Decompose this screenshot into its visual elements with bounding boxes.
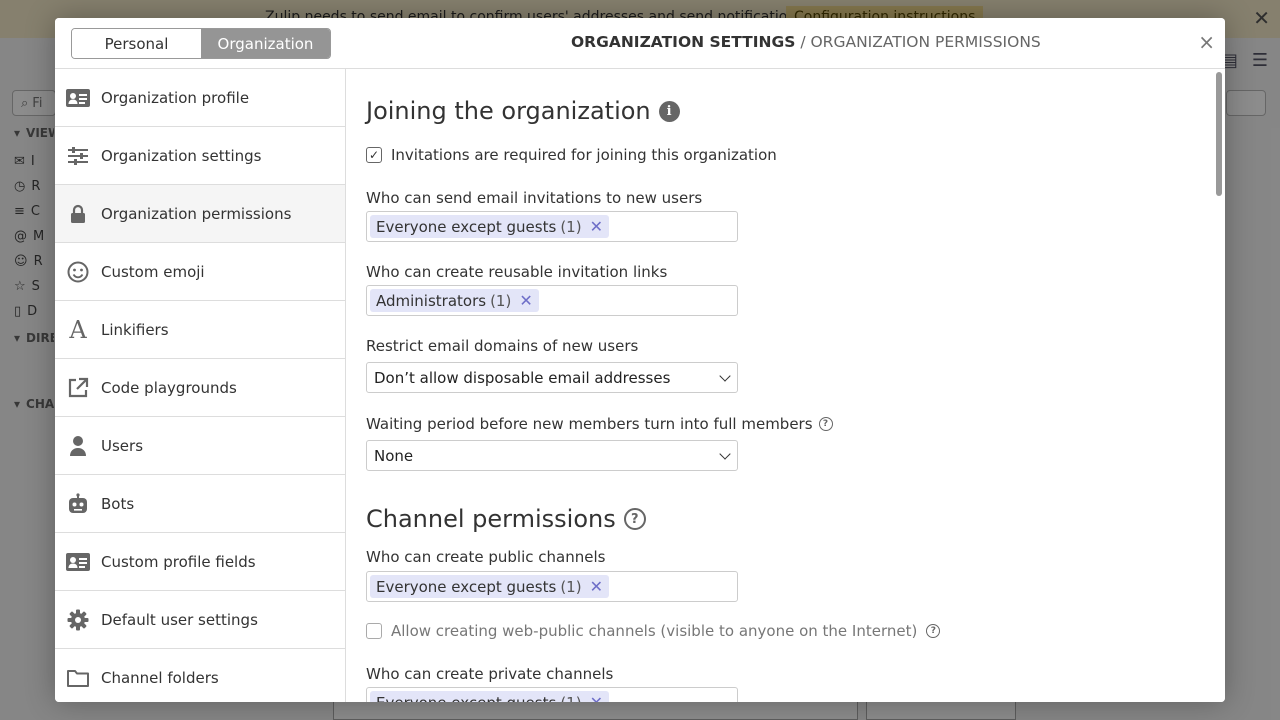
sidebar-item-label: Code playgrounds	[101, 378, 237, 397]
personal-tab[interactable]: Personal	[72, 29, 201, 58]
breadcrumb-sub: ORGANIZATION PERMISSIONS	[810, 33, 1041, 51]
settings-modal: Personal Organization ORGANIZATION SETTI…	[55, 18, 1225, 702]
user-icon	[65, 433, 91, 459]
help-icon[interactable]: ?	[623, 508, 646, 530]
chevron-down-icon	[719, 447, 731, 460]
sidebar-item-label: Channel folders	[101, 668, 219, 687]
lock-icon	[65, 201, 91, 227]
help-icon[interactable]: ?	[818, 417, 833, 431]
content-scrollbar[interactable]	[1216, 72, 1222, 196]
reusable-links-label: Who can create reusable invitation links	[366, 263, 668, 281]
sidebar-item-label: Bots	[101, 494, 135, 513]
remove-pill-icon[interactable]: ✕	[519, 291, 532, 310]
remove-pill-icon[interactable]: ✕	[590, 217, 603, 236]
sidebar-item-label: Organization settings	[101, 146, 262, 165]
reusable-links-group-picker[interactable]: Administrators (1) ✕	[366, 285, 738, 316]
sidebar-item-organization-profile[interactable]: Organization profile	[55, 69, 345, 127]
sidebar-item-users[interactable]: Users	[55, 417, 345, 475]
sidebar-item-organization-permissions[interactable]: Organization permissions	[55, 185, 345, 243]
web-public-checkbox[interactable]	[366, 623, 382, 639]
remove-pill-icon[interactable]: ✕	[590, 693, 603, 702]
breadcrumb-main: ORGANIZATION SETTINGS	[571, 33, 796, 51]
web-public-row: Allow creating web-public channels (visi…	[366, 622, 941, 640]
sidebar-item-label: Linkifiers	[101, 320, 169, 339]
restrict-domains-label: Restrict email domains of new users	[366, 337, 639, 355]
waiting-period-label: Waiting period before new members turn i…	[366, 415, 833, 433]
section-title-channel-permissions: Channel permissions ?	[366, 505, 646, 533]
sidebar-item-linkifiers[interactable]: A Linkifiers	[55, 301, 345, 359]
info-icon[interactable]: i	[658, 100, 680, 122]
waiting-period-select[interactable]: None	[366, 440, 738, 471]
sidebar-item-label: Default user settings	[101, 610, 258, 629]
email-invites-group-picker[interactable]: Everyone except guests (1) ✕	[366, 211, 738, 242]
private-channels-group-picker[interactable]: Everyone except guests (1) ✕	[366, 687, 738, 702]
sidebar-item-label: Custom profile fields	[101, 552, 256, 571]
font-icon: A	[69, 315, 87, 344]
modal-header: Personal Organization ORGANIZATION SETTI…	[55, 18, 1225, 69]
organization-tab[interactable]: Organization	[201, 29, 330, 58]
settings-content: Joining the organization i ✓ Invitations…	[346, 69, 1225, 702]
restrict-domains-select[interactable]: Don’t allow disposable email addresses	[366, 362, 738, 393]
group-pill: Everyone except guests (1) ✕	[370, 691, 609, 702]
folder-icon	[65, 665, 91, 691]
email-invites-label: Who can send email invitations to new us…	[366, 189, 703, 207]
sidebar-item-label: Custom emoji	[101, 262, 205, 281]
sidebar-item-custom-emoji[interactable]: Custom emoji	[55, 243, 345, 301]
section-title-joining: Joining the organization i	[366, 97, 680, 125]
external-link-icon	[65, 375, 91, 401]
robot-icon	[65, 491, 91, 517]
id-card-icon	[65, 85, 91, 111]
chevron-down-icon	[719, 369, 731, 382]
sidebar-item-label: Organization profile	[101, 88, 250, 107]
sidebar-item-default-user-settings[interactable]: Default user settings	[55, 591, 345, 649]
id-card-icon	[65, 549, 91, 575]
sidebar-item-bots[interactable]: Bots	[55, 475, 345, 533]
web-public-label: Allow creating web-public channels (visi…	[391, 622, 918, 640]
group-pill: Administrators (1) ✕	[370, 289, 539, 312]
private-channels-label: Who can create private channels	[366, 665, 614, 683]
help-icon[interactable]: ?	[926, 624, 941, 638]
settings-sidebar: Organization profile Organization settin…	[55, 69, 346, 702]
group-pill: Everyone except guests (1) ✕	[370, 215, 609, 238]
group-pill: Everyone except guests (1) ✕	[370, 575, 609, 598]
breadcrumb-separator: /	[800, 33, 806, 51]
sidebar-item-channel-folders[interactable]: Channel folders	[55, 649, 345, 702]
sliders-icon	[65, 143, 91, 169]
sidebar-item-label: Users	[101, 436, 144, 455]
page-title: ORGANIZATION SETTINGS / ORGANIZATION PER…	[571, 33, 1041, 51]
sidebar-item-code-playgrounds[interactable]: Code playgrounds	[55, 359, 345, 417]
remove-pill-icon[interactable]: ✕	[590, 577, 603, 596]
sidebar-item-label: Organization permissions	[101, 204, 292, 223]
gear-icon	[65, 607, 91, 633]
close-icon[interactable]: ×	[1198, 32, 1215, 52]
invite-required-row: ✓ Invitations are required for joining t…	[366, 146, 777, 164]
public-channels-label: Who can create public channels	[366, 548, 606, 566]
smile-icon	[65, 259, 91, 285]
sidebar-item-organization-settings[interactable]: Organization settings	[55, 127, 345, 185]
invite-required-checkbox[interactable]: ✓	[366, 147, 382, 163]
sidebar-item-custom-profile-fields[interactable]: Custom profile fields	[55, 533, 345, 591]
invite-required-label: Invitations are required for joining thi…	[391, 146, 777, 164]
public-channels-group-picker[interactable]: Everyone except guests (1) ✕	[366, 571, 738, 602]
settings-scope-toggle: Personal Organization	[71, 28, 331, 59]
